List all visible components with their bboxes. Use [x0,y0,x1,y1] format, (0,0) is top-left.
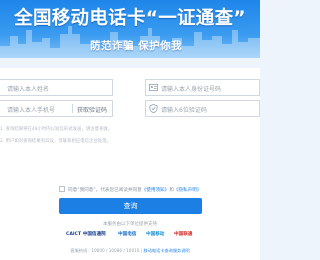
id-number-placeholder: 请输入本人身份证号码 [161,86,222,93]
terms-link[interactable]: 《使用须知》 [142,188,170,193]
verification-code-field[interactable]: 请输入6位验证码 [145,100,260,117]
footer-hotline: 客服热线：10000 / 10086 / 10010 | [70,248,144,253]
query-button[interactable]: 查询 [59,198,202,214]
header-banner: 全国移动电话卡“一证通查” 防范诈骗 保护你我 [0,0,260,58]
logo-caict: CAICT 中国信通院 [66,232,106,237]
banner-title: 全国移动电话卡“一证通查” [14,8,246,29]
privacy-link[interactable]: 《隐私声明》 [174,188,202,193]
name-field[interactable]: 请输入本人姓名 [0,79,113,96]
footer: 客服热线：10000 / 10086 / 10010 | 移动电话卡查询服务说明 [0,248,260,254]
support-label: 本服务由以下单位提供支持 [103,222,157,227]
field-divider [72,104,73,113]
shield-icon [149,104,158,113]
logo-china-unicom: 中国联通 [174,232,193,237]
agreement-text: 同意“我同意”，代表您已阅读并同意《使用须知》和《隐私声明》 [68,187,201,193]
agreement-prefix: 同意“我同意”，代表您已阅读并同意 [68,188,142,193]
phone-placeholder: 请输入本人手机号 [7,107,56,114]
name-placeholder: 请输入本人姓名 [7,86,50,93]
logo-china-mobile: 中国移动 [146,232,165,237]
note-line-1: 1. 查询结果将在48小时内以短信形式发送，请注意查收。 [0,127,113,132]
get-code-button[interactable]: 获取验证码 [77,105,107,114]
logo-china-telecom: 中国电信 [118,232,137,237]
banner-subtitle: 防范诈骗 保护你我 [90,40,183,52]
id-number-field[interactable]: 请输入本人身份证号码 [145,79,260,96]
phone-field[interactable]: 请输入本人手机号 获取验证码 [0,100,113,117]
verification-code-placeholder: 请输入6位验证码 [161,107,207,114]
id-card-icon [149,83,158,92]
footer-link[interactable]: 移动电话卡查询服务说明 [144,248,190,253]
partner-logos: CAICT 中国信通院 中国电信 中国移动 中国联通 [66,231,196,241]
agreement-checkbox[interactable] [59,186,65,192]
note-line-2: 2. 用户如对查询结果有异议，可联系相应电信企业处理。 [0,139,111,144]
